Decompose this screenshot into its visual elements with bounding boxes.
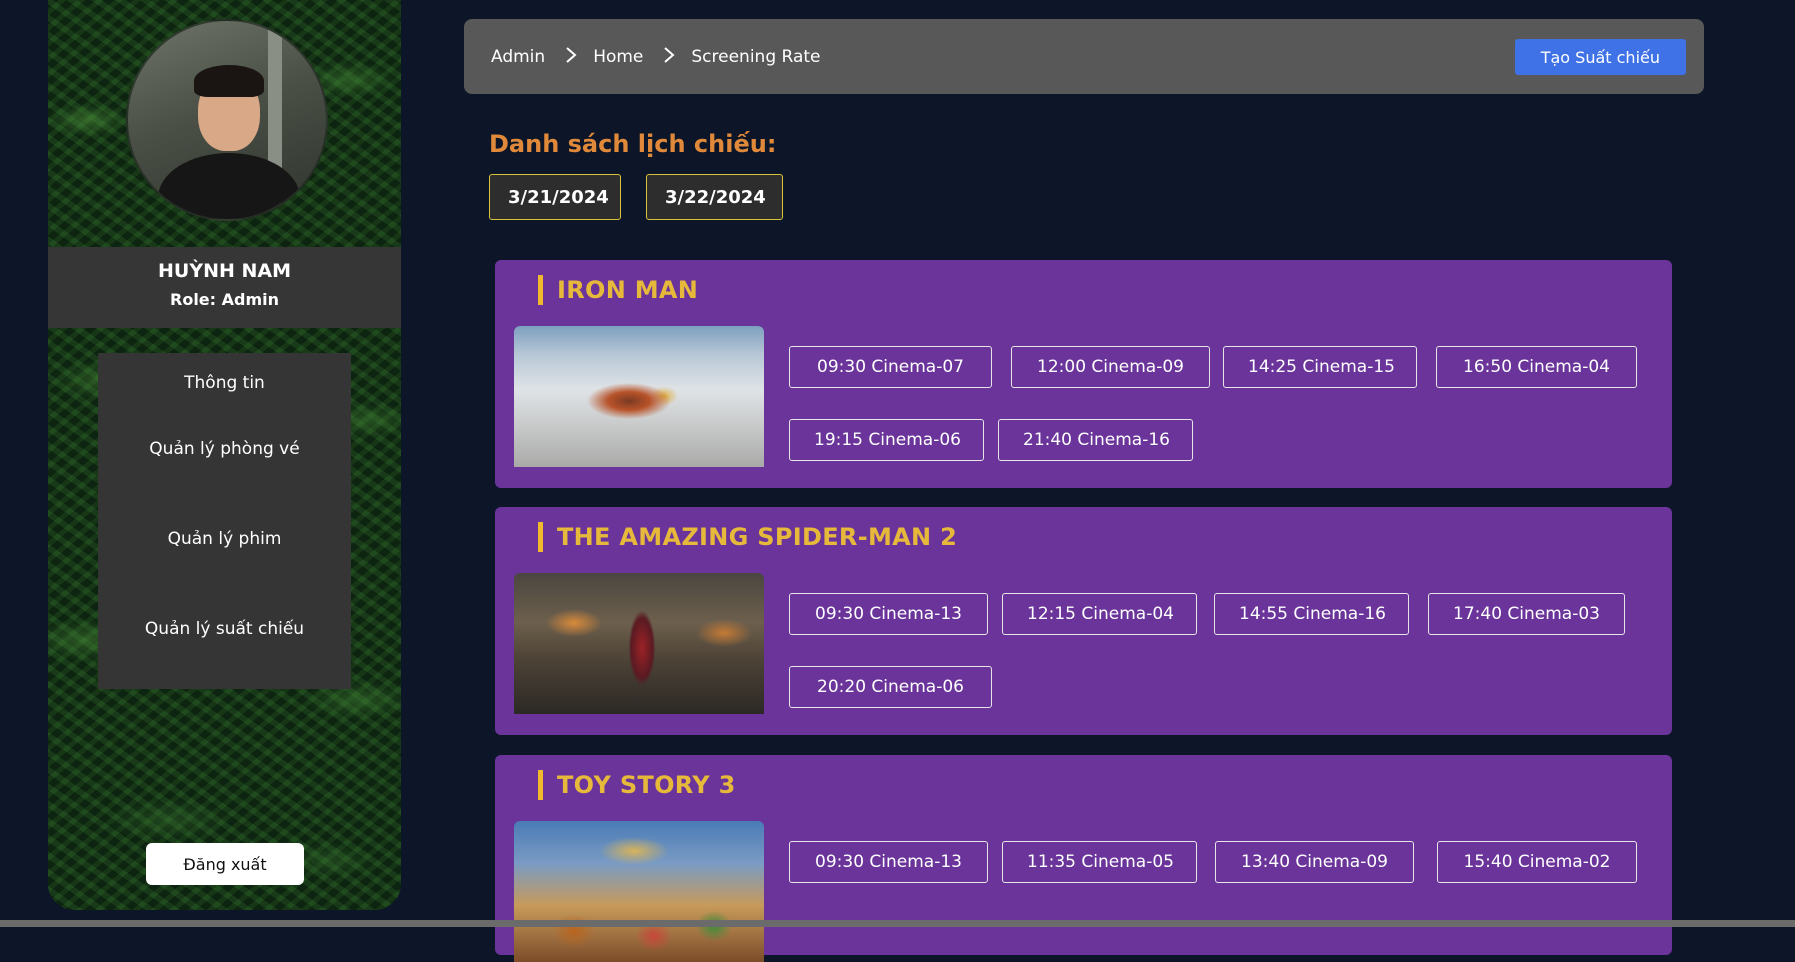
- showtime-button[interactable]: 17:40 Cinema-03: [1428, 593, 1625, 635]
- sidebar-item-movies[interactable]: Quản lý phim: [98, 509, 351, 599]
- breadcrumb: Admin Home Screening Rate: [464, 46, 821, 68]
- showtime-button[interactable]: 14:25 Cinema-15: [1223, 346, 1417, 388]
- showtime-button[interactable]: 09:30 Cinema-07: [789, 346, 992, 388]
- breadcrumb-admin[interactable]: Admin: [491, 47, 545, 67]
- page-title: Danh sách lịch chiếu:: [489, 130, 777, 158]
- movie-title: TOY STORY 3: [538, 770, 736, 800]
- top-bar: Admin Home Screening Rate Tạo Suất chiếu: [464, 19, 1704, 94]
- profile-info: HUỲNH NAM Role: Admin: [48, 247, 401, 328]
- breadcrumb-screening-rate[interactable]: Screening Rate: [691, 47, 820, 67]
- showtime-button[interactable]: 14:55 Cinema-16: [1214, 593, 1409, 635]
- movie-poster[interactable]: [514, 326, 764, 467]
- horizontal-scrollbar[interactable]: [0, 920, 1795, 927]
- showtime-button[interactable]: 20:20 Cinema-06: [789, 666, 992, 708]
- sidebar: HUỲNH NAM Role: Admin Thông tin Quản lý …: [48, 0, 401, 910]
- chevron-right-icon: [663, 46, 675, 68]
- create-showtime-button[interactable]: Tạo Suất chiếu: [1514, 39, 1686, 75]
- movie-poster[interactable]: [514, 821, 764, 962]
- sidebar-item-ticket-rooms[interactable]: Quản lý phòng vé: [98, 419, 351, 509]
- movie-title: IRON MAN: [538, 275, 698, 305]
- movie-card: THE AMAZING SPIDER-MAN 2 09:30 Cinema-13…: [495, 507, 1672, 735]
- breadcrumb-home[interactable]: Home: [593, 47, 643, 67]
- showtime-button[interactable]: 09:30 Cinema-13: [789, 841, 988, 883]
- showtime-button[interactable]: 09:30 Cinema-13: [789, 593, 988, 635]
- showtime-button[interactable]: 21:40 Cinema-16: [998, 419, 1193, 461]
- user-role: Role: Admin: [170, 290, 279, 309]
- sidebar-item-info[interactable]: Thông tin: [98, 353, 351, 419]
- showtime-button[interactable]: 13:40 Cinema-09: [1215, 841, 1414, 883]
- sidebar-menu: Thông tin Quản lý phòng vé Quản lý phim …: [98, 353, 351, 689]
- showtime-button[interactable]: 12:00 Cinema-09: [1011, 346, 1210, 388]
- movie-poster[interactable]: [514, 573, 764, 714]
- movie-title: THE AMAZING SPIDER-MAN 2: [538, 522, 957, 552]
- avatar: [126, 19, 328, 221]
- showtime-button[interactable]: 19:15 Cinema-06: [789, 419, 984, 461]
- showtime-button[interactable]: 16:50 Cinema-04: [1436, 346, 1637, 388]
- date-tab-1[interactable]: 3/21/2024: [489, 174, 621, 220]
- chevron-right-icon: [565, 46, 577, 68]
- user-name: HUỲNH NAM: [157, 260, 292, 282]
- showtime-button[interactable]: 15:40 Cinema-02: [1437, 841, 1637, 883]
- showtime-button[interactable]: 11:35 Cinema-05: [1002, 841, 1197, 883]
- logout-button[interactable]: Đăng xuất: [146, 843, 304, 885]
- date-tab-2[interactable]: 3/22/2024: [646, 174, 783, 220]
- movie-card: IRON MAN 09:30 Cinema-07 12:00 Cinema-09…: [495, 260, 1672, 488]
- sidebar-item-showtimes[interactable]: Quản lý suất chiếu: [98, 599, 351, 689]
- showtime-button[interactable]: 12:15 Cinema-04: [1002, 593, 1197, 635]
